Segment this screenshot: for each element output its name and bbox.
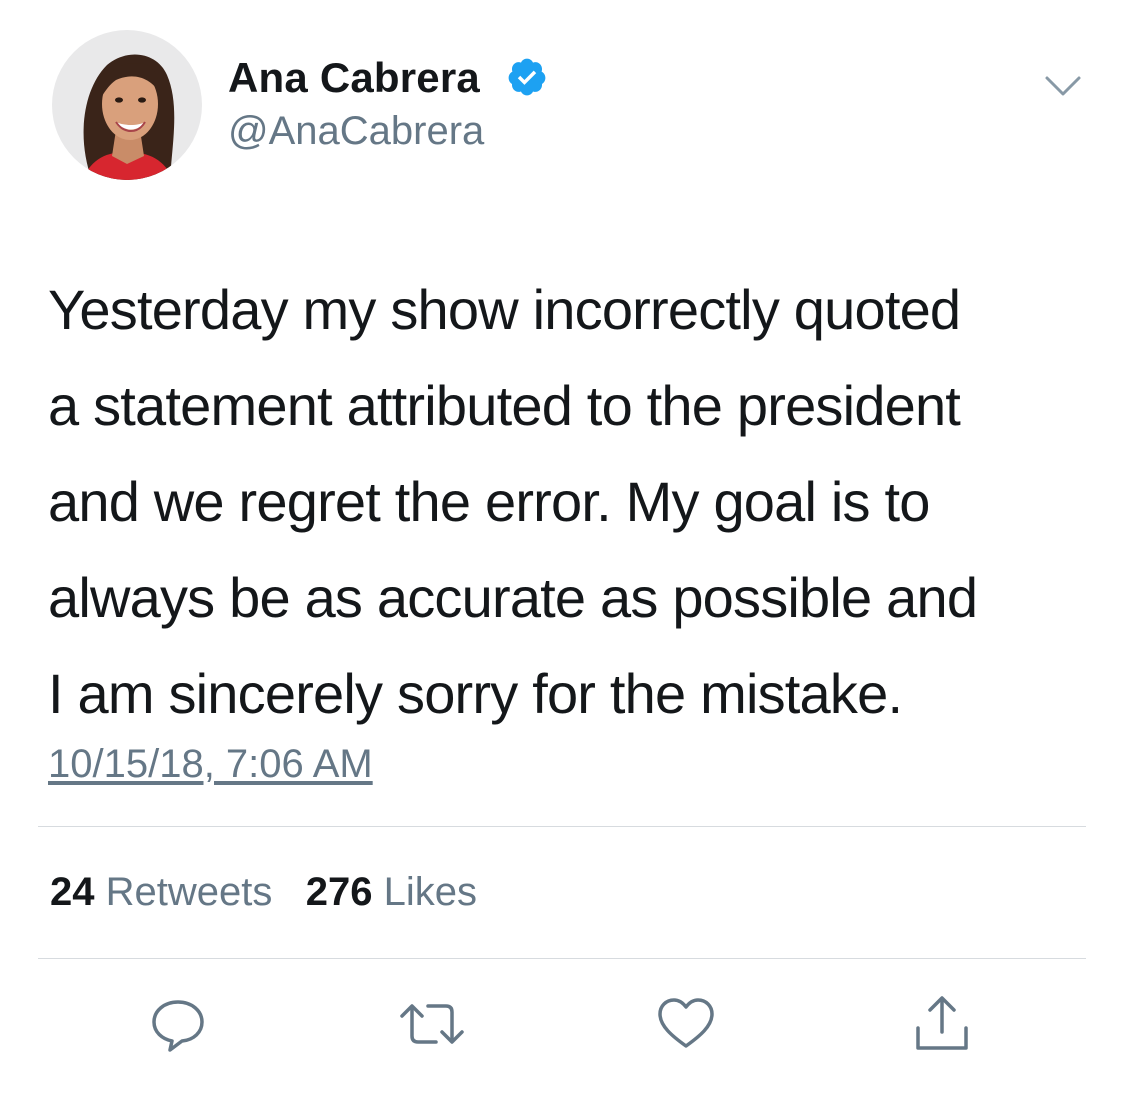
tweet-text-line: and we regret the error. My goal is to: [48, 470, 930, 533]
heart-icon: [658, 998, 714, 1048]
share-icon: [916, 996, 968, 1050]
reply-button[interactable]: [146, 992, 210, 1056]
share-button[interactable]: [910, 992, 974, 1056]
tweet-text-line: I am sincerely sorry for the mistake.: [48, 662, 903, 725]
avatar[interactable]: [52, 30, 202, 180]
tweet-timestamp[interactable]: 10/15/18, 7:06 AM: [48, 736, 373, 792]
avatar-image: [52, 30, 202, 180]
retweets-label: Retweets: [105, 870, 273, 914]
like-button[interactable]: [654, 992, 718, 1056]
divider: [38, 826, 1086, 827]
retweet-icon: [400, 1004, 464, 1044]
verified-badge-icon: [506, 56, 548, 98]
display-name[interactable]: Ana Cabrera: [228, 52, 480, 104]
likes-label: Likes: [383, 870, 477, 914]
tweet-text-line: Yesterday my show incorrectly quoted: [48, 278, 961, 341]
reply-icon: [152, 1000, 204, 1052]
user-handle[interactable]: @AnaCabrera: [228, 107, 484, 155]
tweet-text: Yesterday my show incorrectly quoted a s…: [48, 262, 1098, 742]
chevron-down-icon[interactable]: [1043, 70, 1083, 100]
retweet-button[interactable]: [396, 992, 464, 1056]
tweet-text-line: always be as accurate as possible and: [48, 566, 978, 629]
tweet-text-line: a statement attributed to the president: [48, 374, 961, 437]
likes-count: 276: [305, 870, 373, 914]
tweet-stats: 24 Retweets 276 Likes: [50, 866, 477, 918]
divider: [38, 958, 1086, 959]
retweets-stat[interactable]: 24 Retweets: [50, 870, 284, 914]
retweets-count: 24: [50, 870, 95, 914]
likes-stat[interactable]: 276 Likes: [306, 870, 477, 914]
